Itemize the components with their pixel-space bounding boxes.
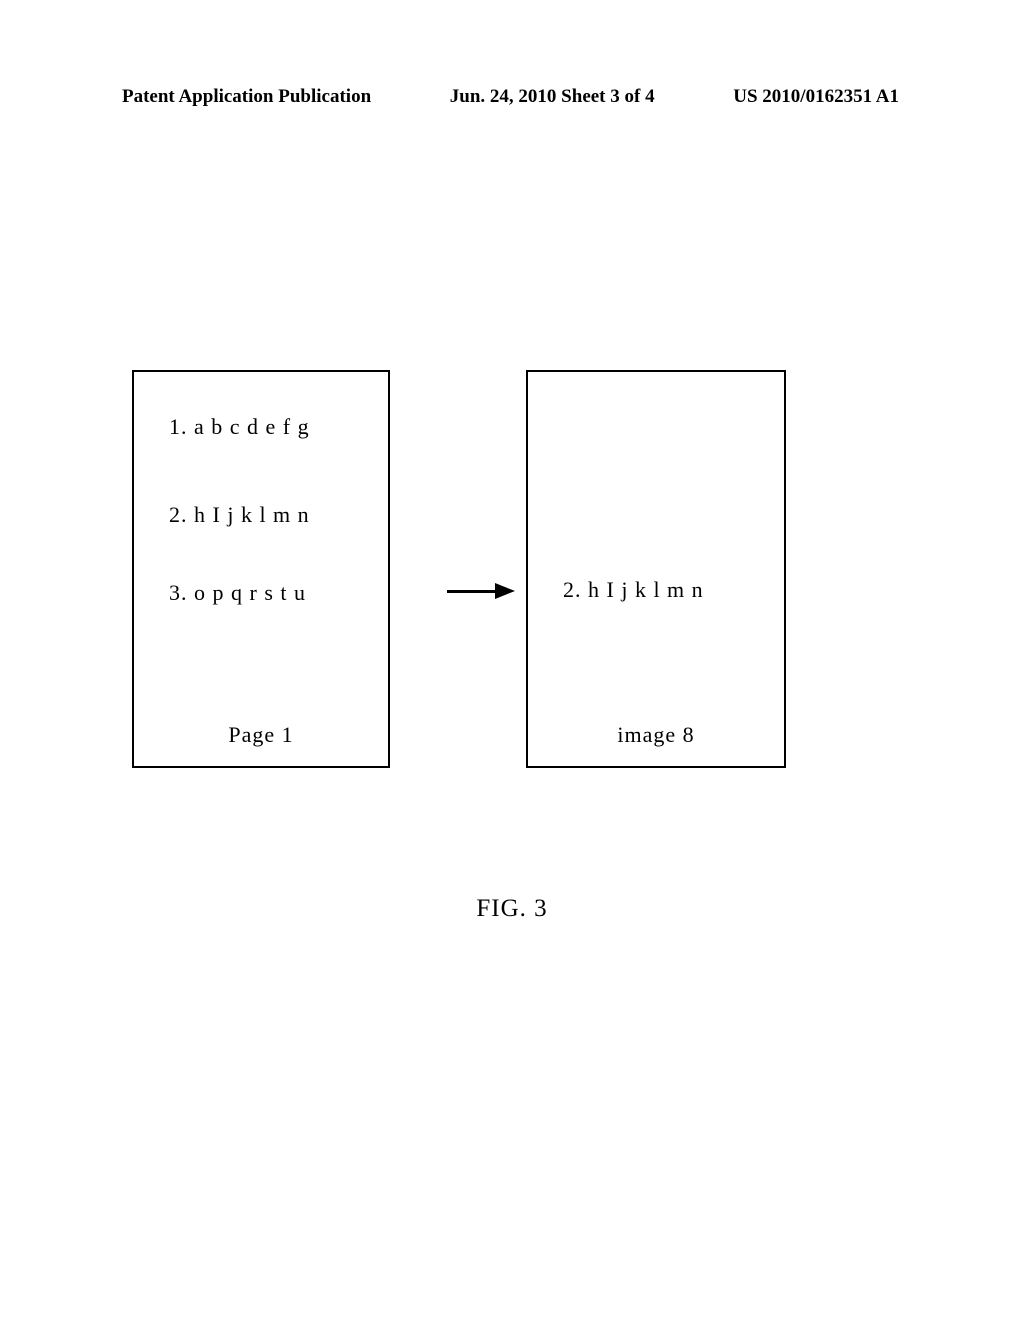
right-box-label: image 8 xyxy=(528,722,784,766)
arrow-icon xyxy=(447,582,525,600)
left-box-line3: 3. o p q r s t u xyxy=(169,580,368,606)
right-box-line2: 2. h I j k l m n xyxy=(563,577,764,603)
arrow-head xyxy=(495,583,515,599)
figure-label: FIG. 3 xyxy=(0,895,1024,923)
diagram-container: 1. a b c d e f g 2. h I j k l m n 3. o p… xyxy=(132,370,786,820)
arrow-line xyxy=(447,590,495,593)
page-header: Patent Application Publication Jun. 24, … xyxy=(0,86,1024,108)
left-box-line1: 1. a b c d e f g xyxy=(169,414,368,440)
right-box: 2. h I j k l m n image 8 xyxy=(526,370,786,768)
left-box-content: 1. a b c d e f g 2. h I j k l m n 3. o p… xyxy=(134,372,388,722)
header-publication-type: Patent Application Publication xyxy=(122,86,371,108)
header-date-sheet: Jun. 24, 2010 Sheet 3 of 4 xyxy=(450,86,655,108)
left-box-line2: 2. h I j k l m n xyxy=(169,502,368,528)
left-box: 1. a b c d e f g 2. h I j k l m n 3. o p… xyxy=(132,370,390,768)
left-box-label: Page 1 xyxy=(134,722,388,766)
right-box-content: 2. h I j k l m n xyxy=(528,372,784,722)
header-publication-number: US 2010/0162351 A1 xyxy=(733,86,899,108)
